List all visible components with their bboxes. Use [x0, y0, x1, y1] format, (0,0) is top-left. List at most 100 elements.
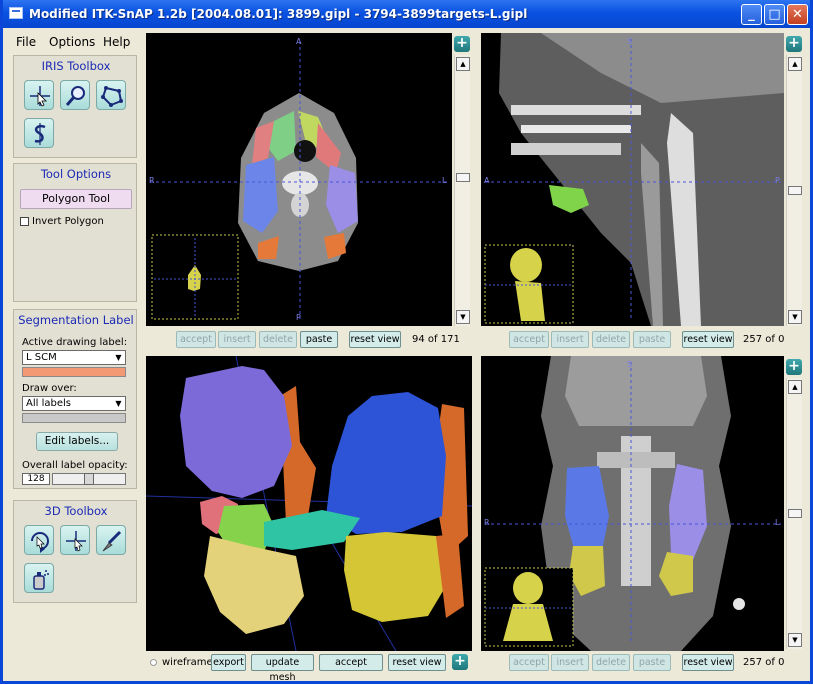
crosshairs-3d-tool-button[interactable] [60, 525, 90, 555]
spray-paint-tool-button[interactable] [24, 563, 54, 593]
scalpel-tool-button[interactable] [96, 525, 126, 555]
coronal-slice-counter: 257 of 0 [743, 657, 785, 668]
sagittal-label-left: A [484, 176, 490, 185]
axial-view[interactable]: A R L P [146, 33, 452, 326]
down-arrow-icon[interactable]: ▼ [456, 310, 470, 324]
opacity-caption: Overall label opacity: [22, 460, 128, 471]
zoom-tool-button[interactable] [60, 80, 90, 110]
sagittal-delete-button[interactable]: delete [592, 331, 630, 348]
sagittal-label-top: S [627, 37, 633, 46]
active-label-select[interactable]: L SCM ▼ [22, 350, 126, 365]
axial-slice-image [150, 41, 448, 320]
tool-options-title: Tool Options [40, 167, 112, 181]
coronal-slice-scrollbar[interactable]: ▲ ▼ [786, 378, 802, 649]
zoom-icon [65, 86, 85, 106]
up-arrow-icon[interactable]: ▲ [788, 380, 802, 394]
active-label-color-swatch [22, 367, 126, 377]
wireframe-radio[interactable] [150, 659, 157, 666]
axial-label-top: A [296, 37, 302, 46]
coronal-label-left: R [484, 518, 490, 527]
invert-polygon-checkbox[interactable] [20, 217, 29, 226]
chevron-down-icon: ▼ [115, 399, 122, 408]
axial-label-left: R [149, 176, 155, 185]
chevron-down-icon: ▼ [115, 353, 122, 362]
crosshairs-3d-icon [66, 531, 86, 552]
draw-over-color-swatch [22, 413, 126, 423]
sagittal-scroll-thumb[interactable] [788, 186, 802, 195]
title-bar[interactable]: Modified ITK-SnAP 1.2b [2004.08.01]: 389… [3, 0, 810, 28]
snake-tool-button[interactable] [24, 118, 54, 148]
active-label-value: L SCM [26, 352, 57, 363]
menu-help[interactable]: Help [103, 35, 130, 49]
sagittal-view[interactable]: S A P [481, 33, 784, 326]
coronal-view[interactable]: S R L [481, 356, 784, 651]
polygon-tool-header: Polygon Tool [20, 189, 132, 209]
axial-reset-view-button[interactable]: reset view [349, 331, 401, 348]
opacity-slider[interactable] [52, 473, 126, 485]
toolbox-3d-panel: 3D Toolbox [13, 500, 137, 603]
sagittal-expand-button[interactable]: + [786, 36, 802, 52]
opacity-slider-knob[interactable] [84, 473, 94, 485]
edit-labels-button[interactable]: Edit labels... [36, 432, 118, 451]
axial-paste-button[interactable]: paste [300, 331, 338, 348]
up-arrow-icon[interactable]: ▲ [456, 57, 470, 71]
snake-icon [34, 123, 46, 145]
sagittal-slice-image [484, 33, 784, 326]
render-3d-expand-button[interactable]: + [452, 654, 468, 670]
minimize-button[interactable]: _ [741, 4, 762, 25]
render-3d-view[interactable] [146, 356, 472, 651]
sagittal-accept-button[interactable]: accept [509, 331, 549, 348]
wireframe-label: wireframe [162, 657, 213, 668]
polygon-tool-button[interactable] [96, 80, 126, 110]
spray-paint-icon [33, 570, 49, 590]
rotate-icon [31, 532, 49, 553]
coronal-scroll-thumb[interactable] [788, 509, 802, 518]
axial-accept-button[interactable]: accept [176, 331, 216, 348]
sagittal-slice-scrollbar[interactable]: ▲ ▼ [786, 55, 802, 326]
rotate-tool-button[interactable] [24, 525, 54, 555]
coronal-reset-view-button[interactable]: reset view [682, 654, 734, 671]
tool-options-panel: Tool Options Polygon Tool Invert Polygon [13, 163, 137, 302]
segmentation-label-panel: Segmentation Label Active drawing label:… [13, 309, 137, 489]
close-button[interactable]: ✕ [787, 4, 808, 25]
axial-delete-button[interactable]: delete [259, 331, 297, 348]
coronal-insert-button[interactable]: insert [551, 654, 589, 671]
iris-toolbox-panel: IRIS Toolbox [13, 55, 137, 158]
sagittal-insert-button[interactable]: insert [551, 331, 589, 348]
render-3d-image [146, 356, 472, 651]
coronal-accept-button[interactable]: accept [509, 654, 549, 671]
export-button[interactable]: export [211, 654, 246, 671]
active-label-caption: Active drawing label: [22, 337, 128, 348]
crosshairs-tool-button[interactable] [24, 80, 54, 110]
render-3d-accept-button[interactable]: accept [319, 654, 383, 671]
sagittal-label-right: P [775, 176, 780, 185]
menu-options[interactable]: Options [49, 35, 95, 49]
maximize-button[interactable]: □ [764, 4, 785, 25]
coronal-expand-button[interactable]: + [786, 359, 802, 375]
app-window: Modified ITK-SnAP 1.2b [2004.08.01]: 389… [0, 0, 813, 684]
menu-file[interactable]: File [16, 35, 36, 49]
coronal-delete-button[interactable]: delete [592, 654, 630, 671]
coronal-paste-button[interactable]: paste [633, 654, 671, 671]
axial-slice-scrollbar[interactable]: ▲ ▼ [454, 55, 470, 326]
axial-expand-button[interactable]: + [454, 36, 470, 52]
menu-bar: File Options Help [13, 33, 141, 53]
down-arrow-icon[interactable]: ▼ [788, 633, 802, 647]
draw-over-select[interactable]: All labels ▼ [22, 396, 126, 411]
draw-over-value: All labels [26, 398, 71, 409]
sagittal-reset-view-button[interactable]: reset view [682, 331, 734, 348]
axial-slice-counter: 94 of 171 [412, 334, 460, 345]
coronal-label-top: S [627, 360, 633, 369]
down-arrow-icon[interactable]: ▼ [788, 310, 802, 324]
up-arrow-icon[interactable]: ▲ [788, 57, 802, 71]
update-mesh-button[interactable]: update mesh [251, 654, 314, 683]
sagittal-paste-button[interactable]: paste [633, 331, 671, 348]
opacity-value[interactable]: 128 [22, 473, 50, 485]
axial-insert-button[interactable]: insert [218, 331, 256, 348]
render-3d-reset-view-button[interactable]: reset view [388, 654, 446, 671]
app-icon [9, 7, 23, 19]
window-title: Modified ITK-SnAP 1.2b [2004.08.01]: 389… [29, 7, 528, 21]
axial-scroll-thumb[interactable] [456, 173, 470, 182]
axial-label-right: L [442, 176, 447, 185]
scalpel-icon [102, 530, 122, 552]
